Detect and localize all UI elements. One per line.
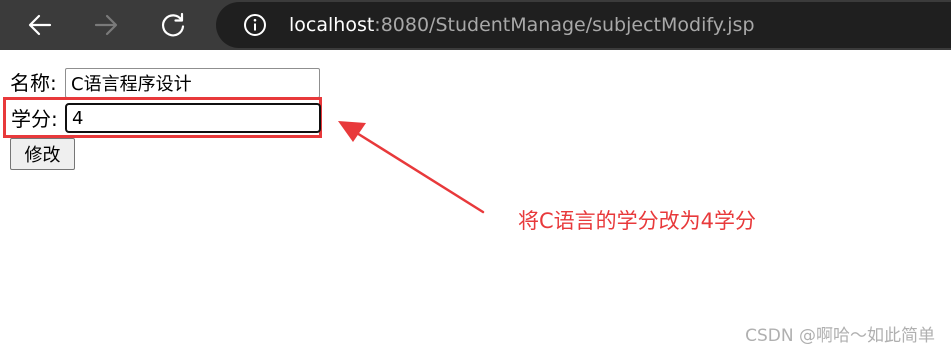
back-arrow-icon xyxy=(28,14,52,36)
reload-button[interactable] xyxy=(155,7,191,43)
watermark: CSDN @啊哈～如此简单 xyxy=(745,326,935,346)
forward-button[interactable] xyxy=(88,7,124,43)
browser-toolbar: localhost:8080/StudentManage/subjectModi… xyxy=(0,0,951,50)
annotation-arrow xyxy=(338,121,485,214)
reload-icon xyxy=(161,12,185,37)
address-bar[interactable]: localhost:8080/StudentManage/subjectModi… xyxy=(216,2,951,48)
url-path: :8080/StudentManage/subjectModify.jsp xyxy=(374,14,755,36)
url-host: localhost xyxy=(289,14,375,36)
url-text[interactable]: localhost:8080/StudentManage/subjectModi… xyxy=(289,13,755,37)
back-button[interactable] xyxy=(22,7,58,43)
annotation-text: 将C语言的学分改为4学分 xyxy=(518,209,757,233)
info-icon[interactable] xyxy=(243,13,267,37)
page-content: 名称: 学分: 修改 将C语言的学分改为4学分 CSDN @啊哈～如此简单 xyxy=(0,50,951,355)
forward-arrow-icon xyxy=(94,14,118,36)
